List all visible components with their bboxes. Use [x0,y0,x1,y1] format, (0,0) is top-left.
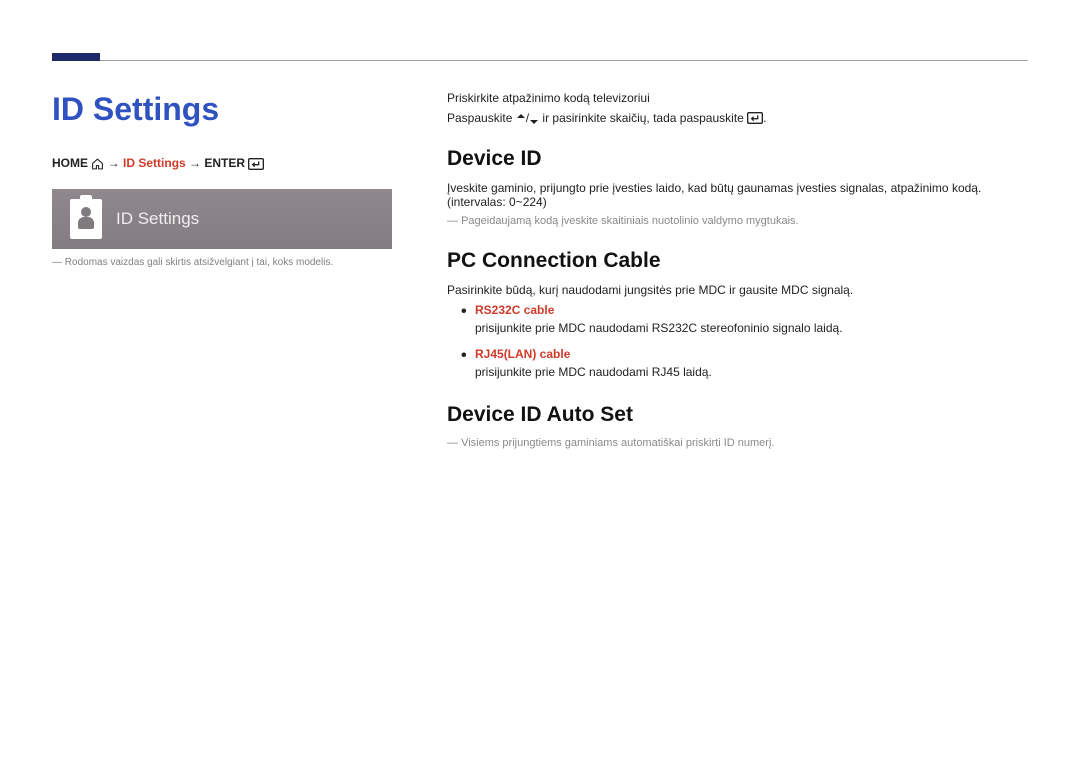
list-item: RJ45(LAN) cable prisijunkite prie MDC na… [461,347,1028,381]
intro-line-2a: Paspauskite [447,111,516,125]
content-columns: ID Settings HOME → ID Settings → ENTER [52,91,1028,453]
bullet-desc: prisijunkite prie MDC naudodami RS232C s… [475,321,843,335]
device-id-body: Įveskite gaminio, prijungto prie įvestie… [447,181,1028,209]
enter-icon [747,111,763,125]
top-rule-divider [52,60,1028,61]
breadcrumb-home: HOME [52,156,88,170]
heading-auto-set: Device ID Auto Set [447,403,1028,427]
list-item: RS232C cable prisijunkite prie MDC naudo… [461,303,1028,337]
right-column: Priskirkite atpažinimo kodą televizoriui… [447,91,1028,453]
ui-screenshot-preview: ID Settings [52,189,392,249]
left-footnote: Rodomas vaizdas gali skirtis atsižvelgia… [52,257,397,268]
breadcrumb: HOME → ID Settings → ENTER [52,156,397,171]
page-title: ID Settings [52,91,397,128]
heading-device-id: Device ID [447,147,1028,171]
up-down-icon: / [516,111,539,125]
left-column: ID Settings HOME → ID Settings → ENTER [52,91,397,453]
bullet-title: RJ45(LAN) cable [475,347,1028,361]
bullet-title: RS232C cable [475,303,1028,317]
pc-conn-body: Pasirinkite būdą, kurį naudodami jungsit… [447,283,1028,297]
breadcrumb-current: ID Settings [123,156,186,170]
screenshot-label: ID Settings [116,209,199,229]
pc-conn-list: RS232C cable prisijunkite prie MDC naudo… [461,303,1028,381]
breadcrumb-enter: ENTER [204,156,245,170]
intro-line-2b: ir pasirinkite skaičių, tada paspauskite [539,111,747,125]
enter-icon [248,157,264,171]
breadcrumb-arrow: → [108,156,120,170]
device-id-note: Pageidaujamą kodą įveskite skaitiniais n… [447,215,1028,227]
intro-line-2: Paspauskite / ir pasirinkite skaičių, ta… [447,111,1028,125]
home-icon [91,157,104,171]
id-card-icon [70,199,102,239]
breadcrumb-arrow: → [189,156,201,170]
intro-line-1: Priskirkite atpažinimo kodą televizoriui [447,91,1028,105]
heading-pc-connection: PC Connection Cable [447,249,1028,273]
auto-set-note: Visiems prijungtiems gaminiams automatiš… [447,437,1028,449]
bullet-desc: prisijunkite prie MDC naudodami RJ45 lai… [475,365,712,379]
